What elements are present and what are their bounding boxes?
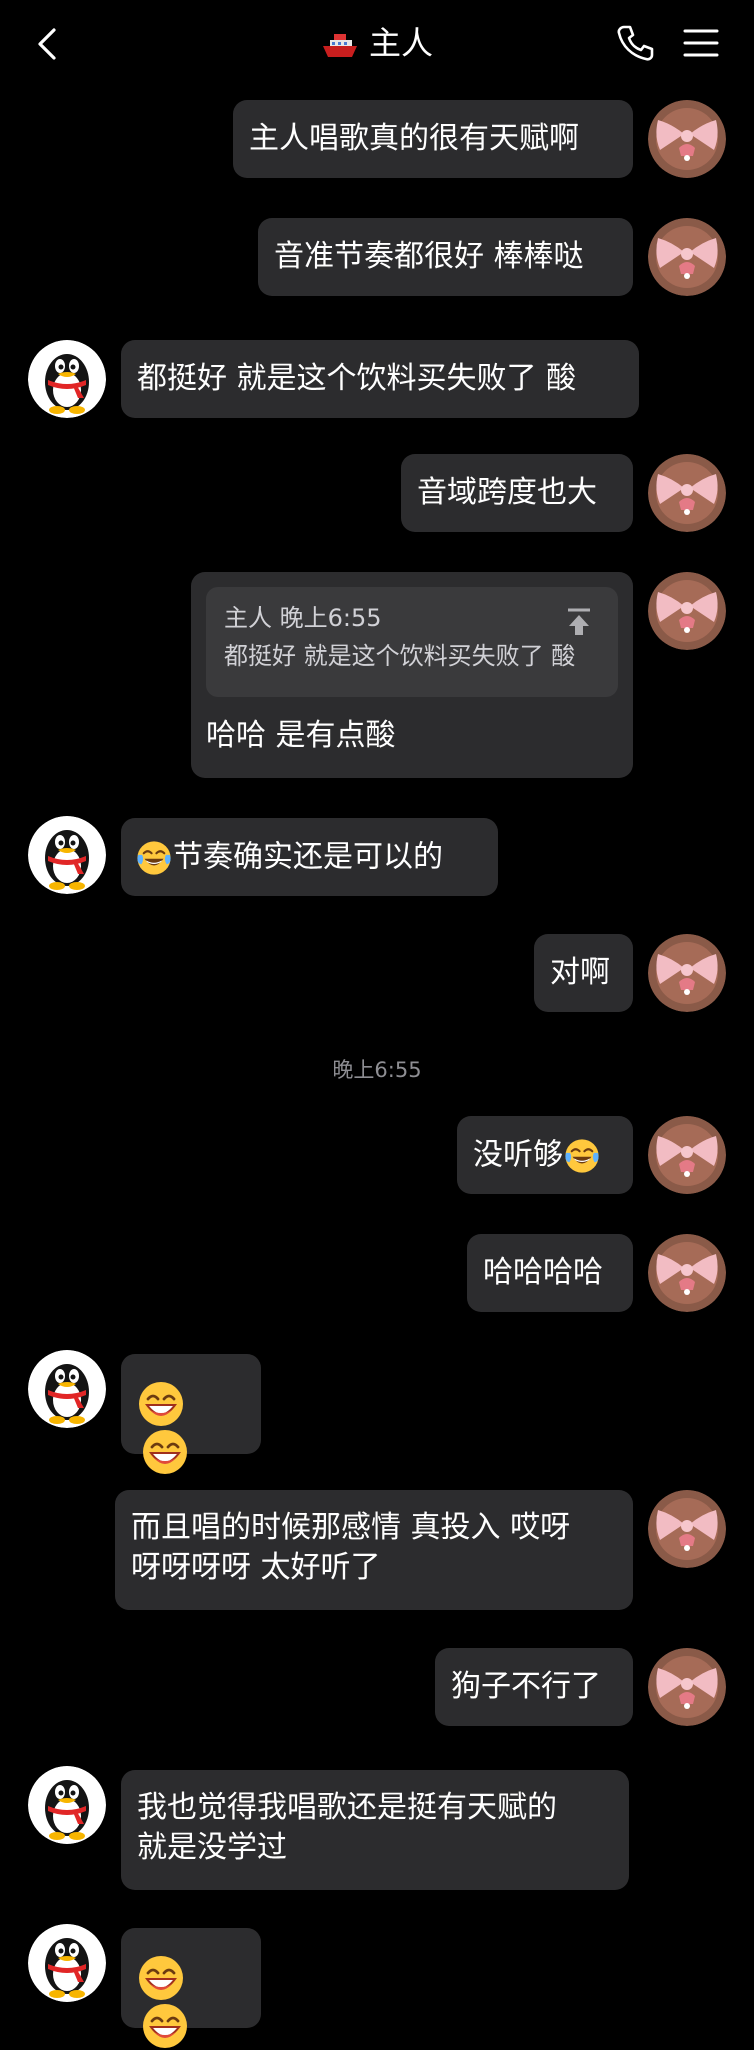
avatar-image <box>648 218 726 296</box>
chat-title-text: 主人 <box>368 24 433 62</box>
avatar-image <box>648 934 726 1012</box>
quoted-author: 主人 晚上6:55 <box>224 604 382 632</box>
message-bubble[interactable]: 哈哈哈哈 <box>467 1234 633 1312</box>
message-text-line-1: 而且唱的时候那感情 真投入 哎呀 <box>131 1510 571 1545</box>
my-avatar[interactable] <box>648 1234 726 1312</box>
message-bubble[interactable]: 对啊 <box>534 934 633 1012</box>
penguin-avatar-image <box>28 816 106 894</box>
message-bubble[interactable]: 都挺好 就是这个饮料买失败了 酸 <box>121 340 639 418</box>
message-text: 音域跨度也大 <box>417 475 597 510</box>
avatar-image <box>648 454 726 532</box>
emoji-message-bubble[interactable] <box>121 1928 261 2028</box>
contact-avatar[interactable] <box>28 1766 106 1844</box>
message-text: 都挺好 就是这个饮料买失败了 酸 <box>137 361 577 396</box>
top-bar: 主人 <box>0 0 754 86</box>
grin-emoji <box>141 2002 189 2050</box>
message-text: 哈哈 是有点酸 <box>206 718 396 753</box>
message-bubble[interactable]: 而且唱的时候那感情 真投入 哎呀 呀呀呀呀 太好听了 <box>115 1490 633 1610</box>
message-text: 音准节奏都很好 棒棒哒 <box>274 239 584 274</box>
quoted-message[interactable]: 主人 晚上6:55 都挺好 就是这个饮料买失败了 酸 <box>206 587 618 697</box>
chat-timestamp: 晚上6:55 <box>332 1058 422 1082</box>
message-text-line-2: 呀呀呀呀 太好听了 <box>131 1550 381 1585</box>
quoted-text: 都挺好 就是这个饮料买失败了 酸 <box>224 642 576 670</box>
message-bubble[interactable]: 没听够 <box>457 1116 633 1194</box>
message-bubble[interactable]: 节奏确实还是可以的 <box>121 818 498 896</box>
message-text-line-2: 就是没学过 <box>137 1830 287 1865</box>
my-avatar[interactable] <box>648 1490 726 1568</box>
ship-icon <box>322 34 357 57</box>
avatar-image <box>648 1116 726 1194</box>
avatar-image <box>648 1234 726 1312</box>
my-avatar[interactable] <box>648 572 726 650</box>
laughing-tears-emoji <box>135 839 173 877</box>
avatar-image <box>648 572 726 650</box>
laughing-tears-emoji <box>563 1137 601 1175</box>
grin-emoji <box>137 1954 185 2002</box>
reply-message-bubble[interactable]: 主人 晚上6:55 都挺好 就是这个饮料买失败了 酸 哈哈 是有点酸 <box>191 572 633 778</box>
contact-avatar[interactable] <box>28 340 106 418</box>
message-bubble[interactable]: 音准节奏都很好 棒棒哒 <box>258 218 633 296</box>
penguin-avatar-image <box>28 1766 106 1844</box>
message-text: 主人唱歌真的很有天赋啊 <box>249 121 579 156</box>
my-avatar[interactable] <box>648 1116 726 1194</box>
my-avatar[interactable] <box>648 218 726 296</box>
message-bubble[interactable]: 主人唱歌真的很有天赋啊 <box>233 100 633 178</box>
contact-avatar[interactable] <box>28 1350 106 1428</box>
grin-emoji <box>141 1428 189 1476</box>
emoji-message-bubble[interactable] <box>121 1354 261 1454</box>
menu-button[interactable] <box>682 24 720 62</box>
pin-to-top-icon[interactable] <box>566 607 592 637</box>
menu-icon <box>683 29 719 57</box>
message-bubble[interactable]: 我也觉得我唱歌还是挺有天赋的 就是没学过 <box>121 1770 629 1890</box>
avatar-image <box>648 1648 726 1726</box>
penguin-avatar-image <box>28 340 106 418</box>
my-avatar[interactable] <box>648 454 726 532</box>
message-text: 没听够 <box>473 1137 563 1173</box>
message-bubble[interactable]: 狗子不行了 <box>435 1648 633 1726</box>
contact-avatar[interactable] <box>28 816 106 894</box>
my-avatar[interactable] <box>648 1648 726 1726</box>
message-bubble[interactable]: 音域跨度也大 <box>401 454 633 532</box>
penguin-avatar-image <box>28 1350 106 1428</box>
message-text: 哈哈哈哈 <box>483 1255 603 1290</box>
phone-icon <box>617 25 654 61</box>
message-text-line-1: 我也觉得我唱歌还是挺有天赋的 <box>137 1790 557 1825</box>
avatar-image <box>648 100 726 178</box>
message-text: 对啊 <box>550 955 610 990</box>
penguin-avatar-image <box>28 1924 106 2002</box>
avatar-image <box>648 1490 726 1568</box>
grin-emoji <box>137 1380 185 1428</box>
contact-avatar[interactable] <box>28 1924 106 2002</box>
call-button[interactable] <box>614 22 656 64</box>
my-avatar[interactable] <box>648 934 726 1012</box>
my-avatar[interactable] <box>648 100 726 178</box>
message-text: 狗子不行了 <box>451 1669 601 1704</box>
message-text: 节奏确实还是可以的 <box>173 839 443 875</box>
